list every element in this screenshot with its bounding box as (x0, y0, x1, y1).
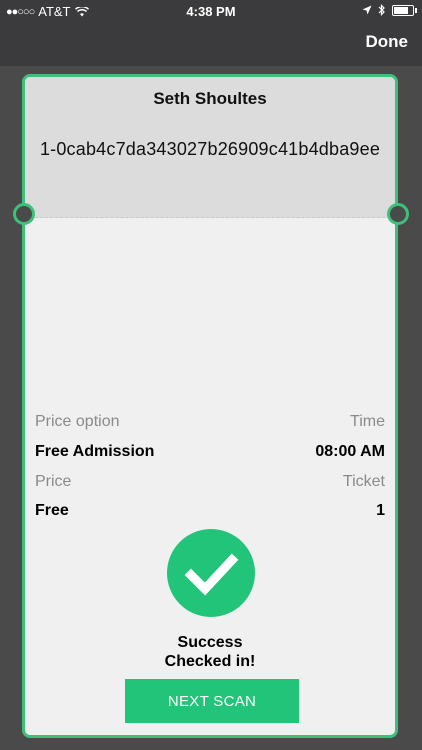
ticket-holder-name: Seth Shoultes (153, 89, 267, 108)
status-time: 4:38 PM (186, 4, 236, 19)
battery-icon (392, 4, 417, 16)
success-check-icon (167, 529, 255, 617)
time-label: Time (350, 413, 385, 430)
checked-in-message: Checked in! (164, 653, 256, 670)
next-scan-button[interactable]: NEXT SCAN (125, 679, 299, 723)
bluetooth-icon (378, 4, 385, 16)
done-button[interactable]: Done (366, 32, 409, 52)
info-labels-row-2: Price Ticket (35, 473, 385, 491)
ticket-notch-right (387, 203, 409, 225)
ticket-code: 1-0cab4c7da343027b26909c41b4dba9ee (39, 139, 381, 159)
ticket-count-value: 1 (376, 502, 385, 519)
ticket-notch-left (13, 203, 35, 225)
success-status: Success (177, 634, 243, 651)
price-option-label: Price option (35, 413, 120, 430)
location-arrow-icon (362, 5, 372, 15)
price-value: Free (35, 502, 69, 519)
status-right (362, 4, 417, 16)
battery-fill (394, 6, 408, 14)
price-option-value: Free Admission (35, 443, 155, 460)
ticket-label: Ticket (342, 473, 385, 490)
info-values-row-2: Free 1 (35, 502, 385, 520)
status-bar: ●●○○○ AT&T 4:38 PM (0, 0, 422, 24)
ticket-card: Seth Shoultes 1-0cab4c7da343027b26909c41… (22, 74, 398, 738)
nav-bar: Done (0, 24, 422, 66)
success-message: Success Checked in! (25, 633, 395, 671)
info-labels-row-1: Price option Time (35, 413, 385, 431)
ticket-header: Seth Shoultes 1-0cab4c7da343027b26909c41… (25, 77, 395, 218)
info-values-row-1: Free Admission 08:00 AM (35, 443, 385, 461)
price-label: Price (35, 473, 72, 490)
time-value: 08:00 AM (315, 443, 385, 460)
checkmark-icon (184, 553, 239, 596)
